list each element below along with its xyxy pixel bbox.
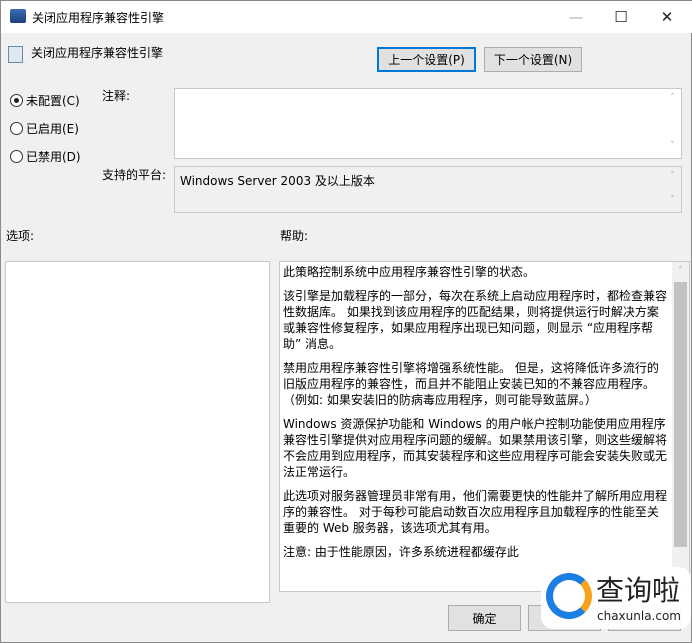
comment-label: 注释: <box>102 89 131 103</box>
help-paragraph: 该引擎是加载程序的一部分，每次在系统上启动应用程序时，都检查兼容性数据库。 如果… <box>283 289 668 351</box>
policy-title: 关闭应用程序兼容性引擎 <box>31 46 164 60</box>
app-icon <box>10 9 26 23</box>
watermark: 查询啦 chaxunla.com <box>541 567 691 629</box>
help-paragraph: 此选项对服务器管理员非常有用，他们需要更快的性能并了解所用应用程序的兼容性。 对… <box>283 489 668 535</box>
radio-not-configured[interactable]: 未配置(C) <box>10 92 80 109</box>
watermark-logo-icon <box>546 573 592 619</box>
next-setting-button[interactable]: 下一个设置(N) <box>484 47 582 72</box>
radio-label: 未配置(C) <box>26 94 80 108</box>
radio-enabled[interactable]: 已启用(E) <box>10 120 79 137</box>
platform-label: 支持的平台: <box>102 168 167 182</box>
comment-scrollbar[interactable]: ˄ ˅ <box>664 89 681 158</box>
help-label: 帮助: <box>280 229 309 243</box>
close-button[interactable]: ✕ <box>644 1 690 33</box>
ok-button[interactable]: 确定 <box>448 605 521 631</box>
policy-icon <box>8 46 23 63</box>
options-panel <box>5 261 270 603</box>
platform-value: Windows Server 2003 及以上版本 <box>180 174 375 188</box>
options-label: 选项: <box>6 229 35 243</box>
prev-setting-button[interactable]: 上一个设置(P) <box>377 47 476 72</box>
watermark-text: 查询啦 <box>596 574 681 607</box>
help-panel: 此策略控制系统中应用程序兼容性引擎的状态。 该引擎是加载程序的一部分，每次在系统… <box>279 261 690 592</box>
help-paragraph: 注意: 由于性能原因，许多系统进程都缓存此 <box>283 545 519 559</box>
radio-circle[interactable] <box>10 150 23 163</box>
radio-circle[interactable] <box>10 94 23 107</box>
window-title: 关闭应用程序兼容性引擎 <box>32 11 165 25</box>
title-bar: 关闭应用程序兼容性引擎 — ☐ ✕ <box>1 1 692 33</box>
help-scrollbar[interactable]: ˄ <box>672 262 689 591</box>
help-paragraph: 禁用应用程序兼容性引擎将增强系统性能。 但是，这将降低许多流行的旧版应用程序的兼… <box>283 361 659 407</box>
radio-label: 已禁用(D) <box>26 150 81 164</box>
radio-disabled[interactable]: 已禁用(D) <box>10 148 81 165</box>
platform-field: Windows Server 2003 及以上版本 ˄ ˅ <box>174 166 682 213</box>
radio-label: 已启用(E) <box>26 122 79 136</box>
help-paragraph: Windows 资源保护功能和 Windows 的用户帐户控制功能使用应用程序兼… <box>283 417 668 479</box>
scroll-thumb[interactable] <box>674 282 687 547</box>
comment-textarea[interactable]: ˄ ˅ <box>174 88 682 159</box>
radio-circle[interactable] <box>10 122 23 135</box>
watermark-url: chaxunla.com <box>597 609 681 623</box>
minimize-button[interactable]: — <box>553 1 599 33</box>
maximize-button[interactable]: ☐ <box>598 1 644 33</box>
help-paragraph: 此策略控制系统中应用程序兼容性引擎的状态。 <box>283 265 536 279</box>
platform-scrollbar[interactable]: ˄ ˅ <box>664 167 681 212</box>
